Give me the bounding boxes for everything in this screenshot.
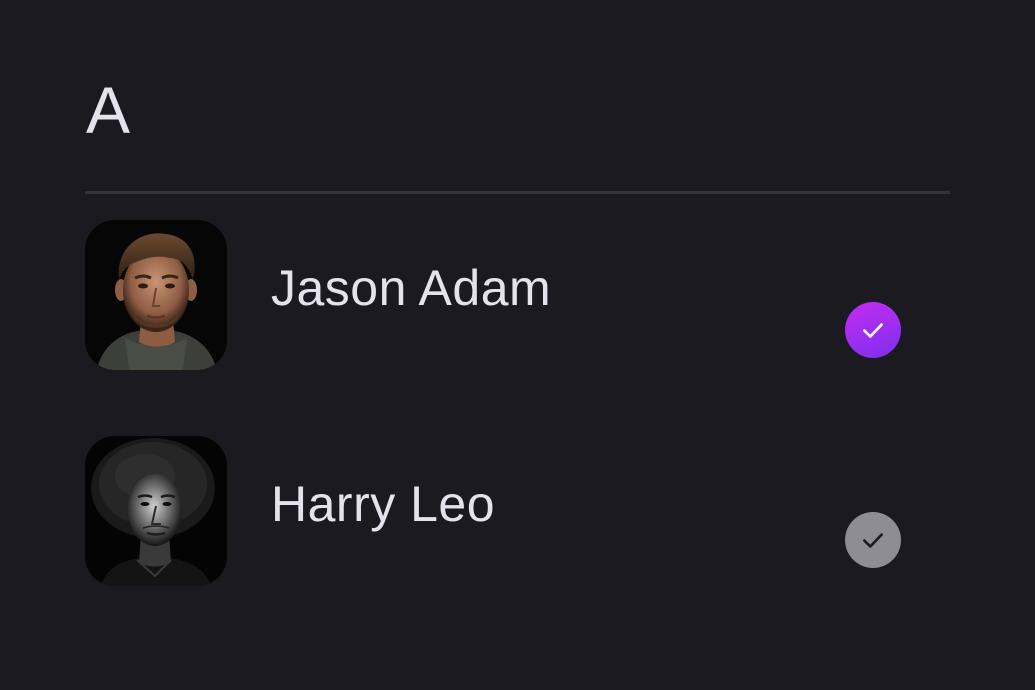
- check-icon: [863, 323, 883, 338]
- select-toggle-unselected[interactable]: [845, 512, 901, 568]
- contact-row-harry-leo[interactable]: Harry Leo: [85, 436, 950, 586]
- check-icon: [863, 533, 883, 548]
- section-header-letter: A: [86, 73, 132, 147]
- avatar: [85, 436, 227, 586]
- contact-name: Harry Leo: [271, 476, 496, 532]
- contact-name: Jason Adam: [271, 260, 552, 316]
- avatar: [85, 220, 227, 370]
- section-divider: [85, 191, 950, 194]
- avatar-photo-icon: [85, 436, 227, 586]
- contact-row-jason-adam[interactable]: Jason Adam: [85, 220, 950, 370]
- avatar-photo-icon: [85, 220, 227, 370]
- select-toggle-selected[interactable]: [845, 302, 901, 358]
